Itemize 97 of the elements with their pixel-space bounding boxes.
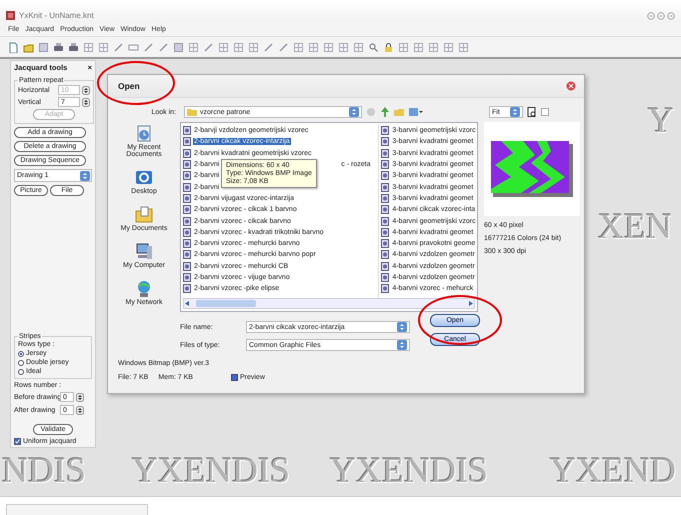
image-file-icon — [381, 273, 390, 282]
image-file-icon — [381, 228, 390, 237]
image-file-icon — [183, 284, 191, 294]
image-file-icon — [381, 148, 390, 158]
grid-icon[interactable] — [443, 42, 454, 52]
view-menu-icon[interactable] — [409, 107, 423, 117]
dropdown-arrow-icon[interactable] — [510, 107, 520, 117]
grid-icon[interactable] — [83, 42, 94, 52]
desktop-icon[interactable] — [134, 168, 154, 187]
dropdown-arrow-icon[interactable] — [349, 107, 359, 117]
spinner-icon[interactable] — [82, 86, 90, 94]
pencil-icon[interactable] — [263, 42, 274, 52]
pencil-icon[interactable] — [113, 42, 124, 52]
image-file-icon — [183, 171, 191, 180]
rectangle-icon[interactable] — [128, 42, 139, 52]
folder-icon[interactable] — [23, 42, 34, 52]
image-file-icon — [381, 205, 390, 214]
logo-text: Y — [648, 101, 674, 139]
horizontal-scrollbar[interactable] — [183, 298, 475, 309]
pencil-icon[interactable] — [278, 42, 289, 52]
printer-icon[interactable] — [53, 42, 64, 52]
dropdown-arrow-icon[interactable] — [80, 170, 90, 180]
grid-icon[interactable] — [98, 42, 109, 52]
documents-icon[interactable] — [134, 205, 154, 224]
pencil-icon[interactable] — [143, 42, 154, 52]
printer-icon[interactable] — [68, 42, 79, 52]
grid-icon[interactable] — [308, 42, 319, 52]
radio-button[interactable] — [18, 350, 24, 356]
grid-icon[interactable] — [293, 42, 304, 52]
print-preview-icon[interactable] — [527, 106, 537, 118]
image-file-icon — [183, 216, 191, 226]
grid-icon[interactable] — [353, 42, 364, 52]
image-file-icon — [183, 239, 191, 248]
radio-button[interactable] — [18, 368, 24, 374]
grid-icon[interactable] — [218, 42, 229, 52]
spinner-icon[interactable] — [82, 98, 90, 106]
grid-icon[interactable] — [428, 42, 439, 52]
app-icon — [6, 11, 15, 20]
minimize-icon[interactable] — [647, 12, 655, 20]
grid-icon[interactable] — [188, 42, 199, 52]
logo-text: YXENDIS — [132, 451, 290, 489]
grid-icon[interactable] — [413, 42, 424, 52]
grid-icon[interactable] — [458, 42, 469, 52]
logo-text: NDIS — [2, 451, 86, 489]
image-file-icon — [183, 250, 191, 260]
computer-icon[interactable] — [134, 242, 154, 261]
pencil-icon[interactable] — [158, 42, 169, 52]
window-title: YxKnit - UnName.knt — [19, 11, 94, 20]
scroll-right-icon[interactable] — [468, 300, 474, 307]
image-file-icon — [183, 205, 191, 214]
dropdown-arrow-icon[interactable] — [397, 322, 407, 332]
logo-text: XEN — [598, 207, 672, 245]
image-file-icon — [381, 137, 390, 146]
image-file-icon — [381, 216, 390, 226]
checkbox[interactable] — [14, 438, 21, 445]
grid-icon[interactable] — [248, 42, 259, 52]
image-file-icon — [183, 137, 191, 146]
save-icon[interactable] — [38, 42, 49, 52]
image-file-icon — [183, 148, 191, 158]
image-file-icon — [381, 239, 390, 248]
save-icon[interactable] — [173, 42, 184, 52]
image-file-icon — [183, 273, 191, 282]
lock-icon[interactable] — [383, 42, 394, 52]
image-file-icon — [183, 160, 191, 170]
checkbox[interactable] — [230, 374, 238, 381]
image-file-icon — [381, 182, 390, 192]
grid-icon[interactable] — [323, 42, 334, 52]
logo-text: YXENDIS — [330, 451, 488, 489]
new-folder-icon[interactable] — [394, 107, 405, 117]
spinner-icon[interactable] — [76, 406, 84, 414]
scroll-left-icon[interactable] — [184, 300, 190, 307]
image-file-icon — [381, 194, 390, 203]
grid-icon[interactable] — [398, 42, 409, 52]
image-file-icon — [381, 284, 390, 294]
image-file-icon — [381, 262, 390, 271]
image-file-icon — [183, 126, 191, 136]
image-file-icon — [381, 126, 390, 136]
image-file-icon — [381, 160, 390, 170]
logo-text: YXEND — [550, 451, 676, 489]
grid-icon[interactable] — [338, 42, 349, 52]
radio-button[interactable] — [18, 360, 24, 366]
image-file-icon — [183, 262, 191, 271]
up-arrow-icon[interactable] — [380, 107, 390, 117]
image-file-icon — [381, 171, 390, 180]
dialog-title: Open — [118, 81, 140, 91]
grid-icon[interactable] — [233, 42, 244, 52]
image-file-icon — [183, 228, 191, 237]
folder-icon — [187, 108, 197, 116]
document-icon[interactable] — [8, 42, 19, 52]
dropdown-arrow-icon[interactable] — [397, 340, 407, 350]
image-file-icon — [183, 182, 191, 192]
image-file-icon — [183, 194, 191, 203]
pencil-icon[interactable] — [203, 42, 214, 52]
small-square-icon[interactable] — [541, 108, 549, 116]
spinner-icon[interactable] — [76, 392, 84, 402]
image-file-icon — [381, 250, 390, 260]
magnifier-icon[interactable] — [368, 42, 379, 52]
